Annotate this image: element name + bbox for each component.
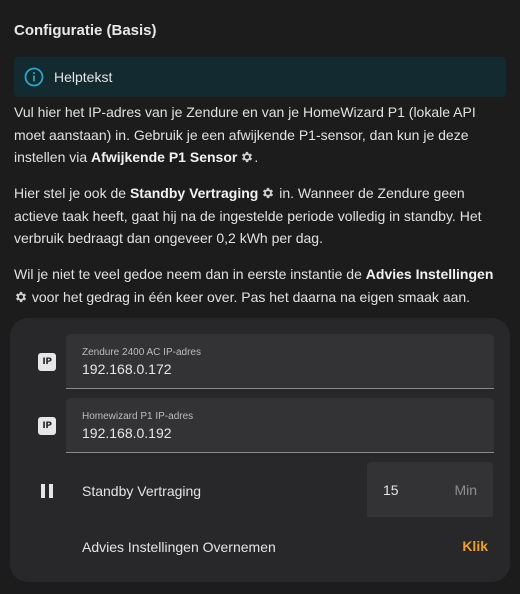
help-paragraph-3: Wil je niet te veel gedoe neem dan in ee… <box>14 266 494 305</box>
zendure-ip-value[interactable]: 192.168.0.172 <box>82 361 172 377</box>
info-circle-icon <box>24 67 44 87</box>
zendure-ip-field[interactable]: Zendure 2400 AC IP-adres 192.168.0.172 <box>66 334 494 389</box>
homewizard-ip-field[interactable]: Homewizard P1 IP-adres 192.168.0.192 <box>66 398 494 453</box>
klik-button[interactable]: Klik <box>462 538 488 554</box>
gear-icon <box>261 184 275 199</box>
help-paragraph-1: Vul hier het IP-adres van je Zendure en … <box>14 104 476 165</box>
help-label: Helptekst <box>54 69 113 85</box>
pause-icon <box>38 482 56 500</box>
standby-number-input[interactable]: 15 Min <box>367 462 493 517</box>
advies-label: Advies Instellingen Overnemen <box>82 539 276 555</box>
ip-icon: IP <box>38 353 56 371</box>
settings-card: IP Zendure 2400 AC IP-adres 192.168.0.17… <box>10 318 510 582</box>
standby-value[interactable]: 15 <box>383 482 399 498</box>
homewizard-ip-value[interactable]: 192.168.0.192 <box>82 425 172 441</box>
zendure-ip-label: Zendure 2400 AC IP-adres <box>82 347 201 358</box>
gear-icon <box>14 288 28 302</box>
bold-afwijkende-p1-sensor: Afwijkende P1 Sensor <box>91 149 238 165</box>
bold-advies-instellingen: Advies Instellingen <box>365 266 494 282</box>
ip-icon: IP <box>38 417 56 435</box>
help-paragraph-2: Hier stel je ook de Standby Vertraging i… <box>14 184 482 246</box>
gear-icon <box>240 148 254 163</box>
standby-label: Standby Vertraging <box>82 483 202 499</box>
page-title: Configuratie (Basis) <box>14 22 157 39</box>
help-banner[interactable]: Helptekst <box>14 57 506 97</box>
homewizard-ip-label: Homewizard P1 IP-adres <box>82 411 194 422</box>
bold-standby-vertraging: Standby Vertraging <box>129 185 259 201</box>
standby-unit: Min <box>454 482 477 498</box>
